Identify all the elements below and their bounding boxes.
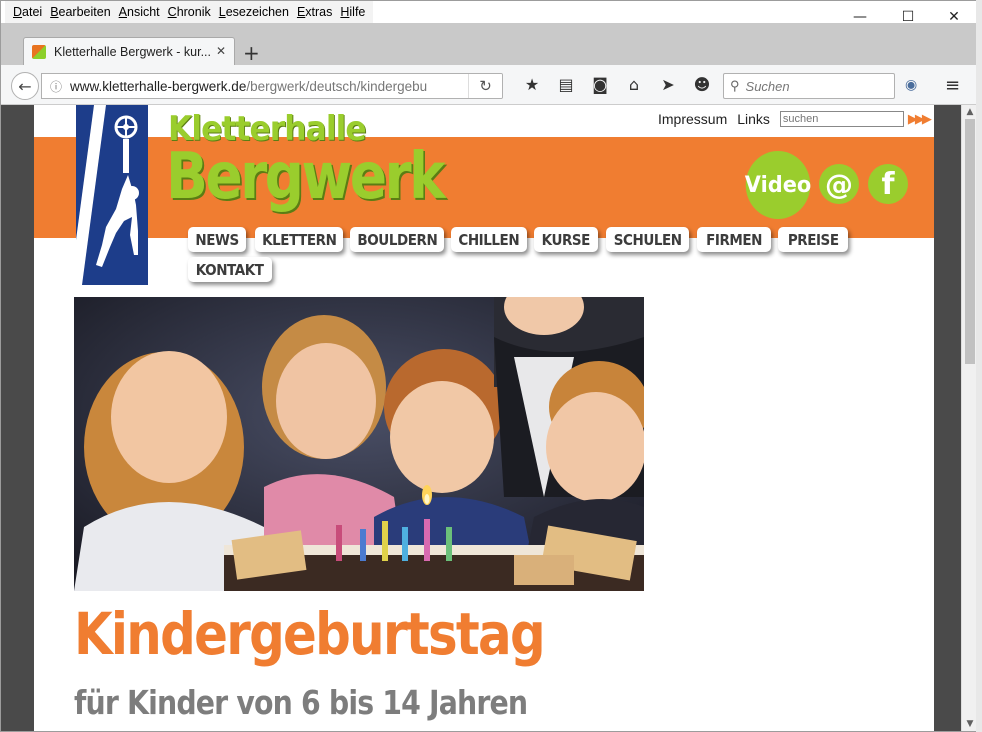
menu-ansicht[interactable]: Ansicht (119, 5, 160, 19)
nav-kontakt[interactable]: KONTAKT (188, 257, 272, 282)
menu-extras[interactable]: Extras (297, 5, 332, 19)
nav-firmen-label: FIRMEN (706, 230, 762, 249)
menu-hilfe[interactable]: Hilfe (340, 5, 365, 19)
reader-view-icon[interactable]: ▤ (549, 75, 583, 94)
url-bar[interactable]: ⓘ www.kletterhalle-bergwerk.de/bergwerk/… (41, 73, 503, 99)
nav-kontakt-label: KONTAKT (196, 260, 264, 279)
nav-news-label: NEWS (195, 230, 239, 249)
nav-schulen-label: SCHULEN (613, 230, 682, 249)
url-path: /bergwerk/deutsch/kindergebu (246, 78, 428, 94)
navigation-bar: ← ⓘ www.kletterhalle-bergwerk.de/bergwer… (1, 65, 979, 105)
new-tab-button[interactable]: + (243, 41, 260, 65)
nav-klettern-label: KLETTERN (261, 230, 337, 249)
page-subheading: für Kinder von 6 bis 14 Jahren (74, 683, 528, 722)
reload-icon[interactable]: ↻ (468, 74, 502, 98)
nav-news[interactable]: NEWS (188, 227, 246, 252)
site-search-input[interactable] (779, 111, 904, 127)
nav-schulen[interactable]: SCHULEN (606, 227, 689, 252)
menu-lesezeichen[interactable]: Lesezeichen (219, 5, 289, 19)
birthday-photo-graphic (74, 297, 644, 591)
nav-chillen[interactable]: CHILLEN (451, 227, 527, 252)
background-window-edge (976, 0, 982, 732)
send-icon[interactable]: ➤ (651, 75, 685, 94)
extension-icon[interactable]: ◉ (905, 77, 917, 93)
video-button[interactable]: Video (745, 151, 811, 219)
url-domain: www.kletterhalle-bergwerk.de (70, 78, 247, 94)
tab-strip: Kletterhalle Bergwerk - kur... ✕ + (1, 23, 979, 65)
top-links: Impressum Links ▶▶▶ (658, 111, 934, 127)
menu-datei[interactable]: Datei (13, 5, 42, 19)
nav-preise-label: PREISE (787, 230, 839, 249)
menu-bearbeiten[interactable]: Bearbeiten (50, 5, 110, 19)
browser-search-input[interactable]: ⚲ Suchen (723, 73, 895, 99)
chat-icon[interactable]: ☻ (685, 75, 719, 94)
web-page: Kletterhalle Bergwerk Impressum Links ▶▶… (34, 105, 934, 731)
tab-title: Kletterhalle Bergwerk - kur... (54, 44, 212, 59)
favicon-icon (32, 44, 46, 59)
nav-bouldern-label: BOULDERN (357, 230, 437, 249)
nav-firmen[interactable]: FIRMEN (697, 227, 771, 252)
nav-preise[interactable]: PREISE (778, 227, 848, 252)
browser-window: Datei Bearbeiten Ansicht Chronik Lesezei… (0, 0, 979, 732)
facebook-icon[interactable]: f (868, 164, 908, 204)
home-icon[interactable]: ⌂ (617, 75, 651, 94)
scrollbar-thumb[interactable] (965, 119, 975, 364)
pocket-icon[interactable]: ◙ (583, 75, 617, 94)
bookmark-star-icon[interactable]: ★ (515, 75, 549, 94)
nav-chillen-label: CHILLEN (458, 230, 520, 249)
vertical-scrollbar[interactable]: ▲ ▼ (961, 105, 977, 731)
browser-tab[interactable]: Kletterhalle Bergwerk - kur... ✕ (23, 37, 235, 65)
climber-logo[interactable] (76, 105, 148, 285)
email-icon[interactable]: @ (819, 164, 859, 204)
links-link[interactable]: Links (737, 111, 770, 127)
search-icon: ⚲ (730, 78, 740, 93)
back-button[interactable]: ← (11, 72, 39, 100)
site-title-big: Bergwerk (166, 140, 446, 214)
nav-klettern[interactable]: KLETTERN (255, 227, 343, 252)
hero-photo (74, 297, 644, 591)
menu-items: Datei Bearbeiten Ansicht Chronik Lesezei… (5, 1, 374, 23)
toolbar-icons: ★ ▤ ◙ ⌂ ➤ ☻ (515, 75, 719, 94)
menu-bar: Datei Bearbeiten Ansicht Chronik Lesezei… (1, 1, 979, 25)
content-viewport: Kletterhalle Bergwerk Impressum Links ▶▶… (1, 105, 961, 731)
site-info-icon[interactable]: ⓘ (42, 78, 70, 95)
page-heading: Kindergeburtstag (74, 600, 546, 668)
nav-bouldern[interactable]: BOULDERN (350, 227, 444, 252)
impressum-link[interactable]: Impressum (658, 111, 727, 127)
climber-logo-graphic (76, 105, 148, 285)
nav-kurse-label: KURSE (541, 230, 591, 249)
menu-hamburger-icon[interactable]: ≡ (945, 75, 960, 96)
tab-close-icon[interactable]: ✕ (216, 44, 226, 58)
nav-kurse[interactable]: KURSE (534, 227, 598, 252)
search-placeholder: Suchen (745, 78, 790, 94)
search-go-icon[interactable]: ▶▶▶ (908, 111, 932, 127)
menu-chronik[interactable]: Chronik (168, 5, 211, 19)
